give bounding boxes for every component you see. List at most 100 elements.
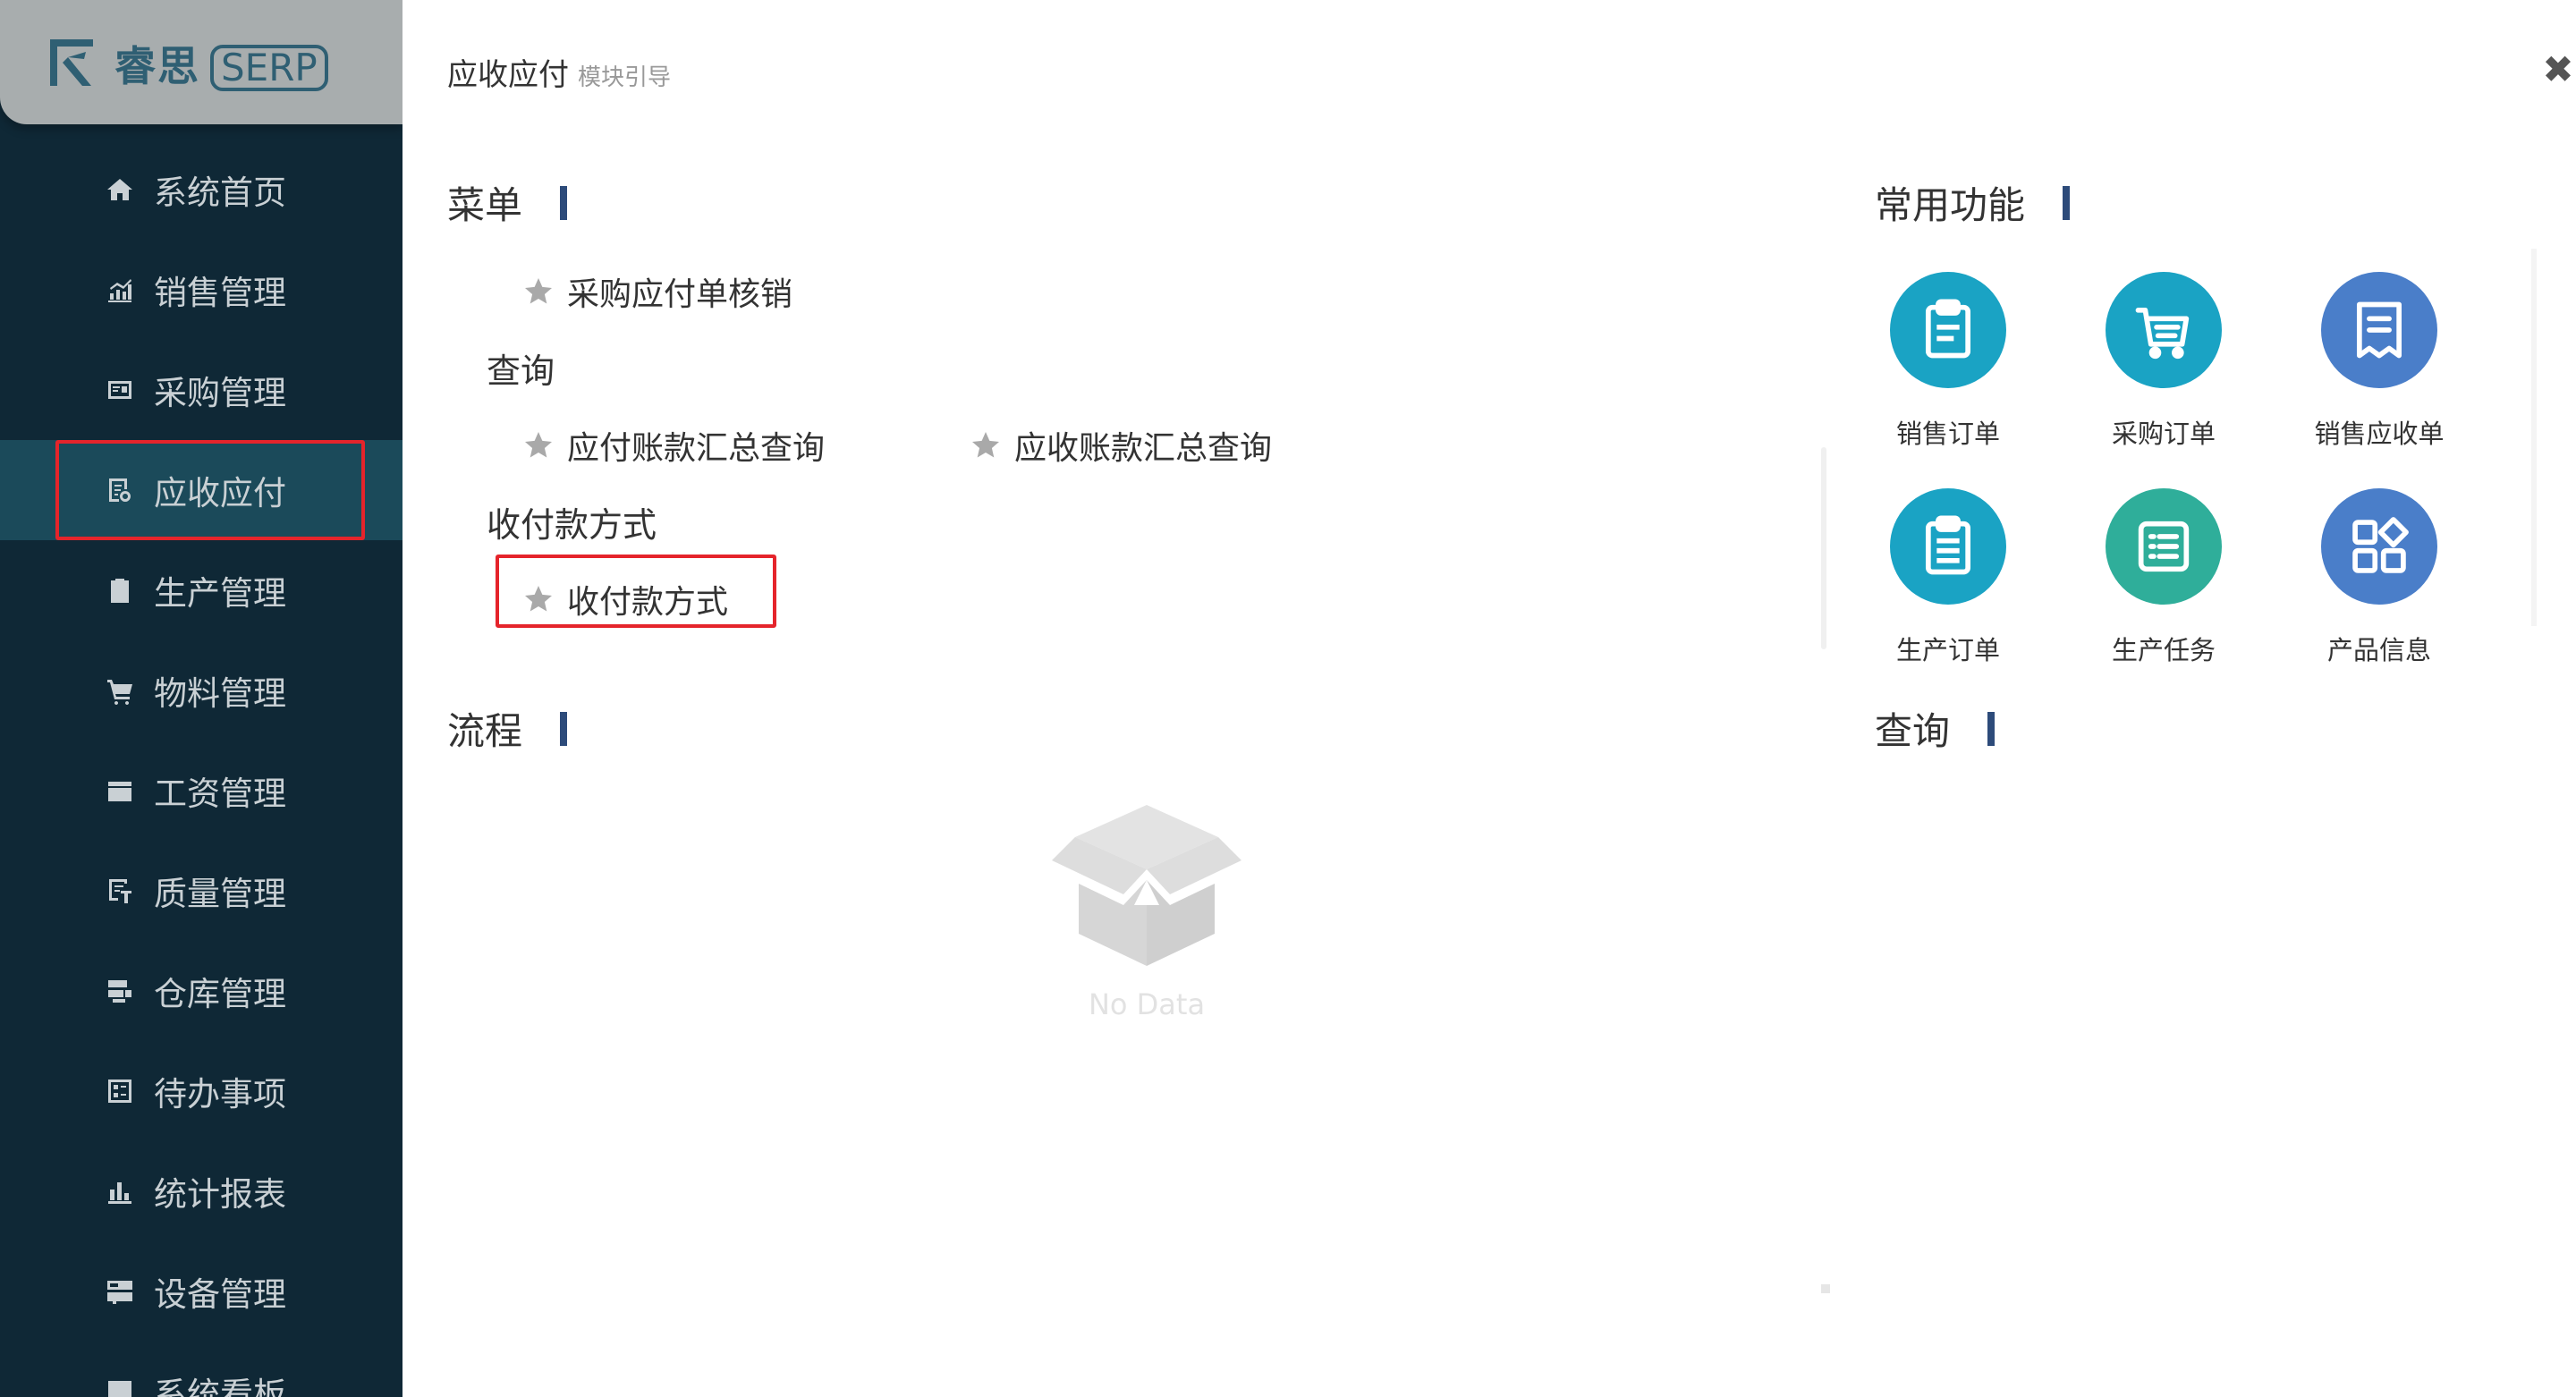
menu-item-payable-summary[interactable]: 应付账款汇总查询 — [522, 422, 825, 469]
shortcut-sales-receivable[interactable]: 销售应收单 — [2290, 272, 2469, 451]
shortcut-icon-circle — [2106, 488, 2222, 605]
page-title: 应收应付 模块引导 — [447, 50, 671, 94]
sidebar-nav: 系统首页 销售管理 采购管理 应收应付 生产管理 物料管理 工资管理 质量管理 — [0, 140, 402, 1397]
device-icon — [107, 1281, 132, 1304]
scrollbar-marker — [1821, 1284, 1830, 1293]
menu-item-payable-writeoff[interactable]: 采购应付单核销 — [522, 268, 792, 315]
scrollbar-track[interactable] — [2531, 249, 2537, 626]
sidebar-item-report[interactable]: 统计报表 — [0, 1141, 402, 1241]
sidebar-item-sales[interactable]: 销售管理 — [0, 240, 402, 340]
menu-item-label: 采购应付单核销 — [567, 276, 793, 313]
sidebar-item-label: 设备管理 — [154, 1275, 286, 1314]
chart-icon — [108, 279, 131, 302]
shortcut-production-order[interactable]: 生产订单 — [1859, 488, 2038, 667]
clipboard-icon — [1925, 299, 1971, 359]
menu-section-header: 菜单 — [447, 175, 568, 230]
menu-item-label: 应付账款汇总查询 — [567, 430, 826, 467]
shortcut-label: 销售应收单 — [2314, 419, 2445, 449]
home-icon — [107, 179, 132, 200]
quality-icon — [109, 879, 131, 903]
sidebar: 睿思 SERP 系统首页 销售管理 采购管理 应收应付 生产管理 物料管理 工资… — [0, 0, 402, 1397]
sidebar-item-purchase[interactable]: 采购管理 — [0, 340, 402, 440]
shortcut-production-task[interactable]: 生产任务 — [2074, 488, 2253, 667]
warehouse-icon — [108, 980, 131, 1003]
shortcut-icon-circle — [2321, 272, 2437, 388]
sidebar-item-quality[interactable]: 质量管理 — [0, 841, 402, 941]
sidebar-item-device[interactable]: 设备管理 — [0, 1241, 402, 1342]
sidebar-item-label: 系统看板 — [154, 1376, 286, 1397]
payment-method-highlight-box — [496, 555, 776, 628]
empty-state: No Data — [1039, 798, 1254, 1030]
query-section-title: 查询 — [1875, 709, 1951, 753]
close-icon: ✖ — [2542, 47, 2574, 91]
sidebar-item-production[interactable]: 生产管理 — [0, 540, 402, 640]
sidebar-item-warehouse[interactable]: 仓库管理 — [0, 941, 402, 1041]
shortcut-icon-circle — [1890, 488, 2006, 605]
sidebar-item-label: 统计报表 — [154, 1175, 286, 1214]
scrollbar-track[interactable] — [1821, 447, 1826, 649]
sidebar-item-todo[interactable]: 待办事项 — [0, 1041, 402, 1141]
sidebar-item-home[interactable]: 系统首页 — [0, 140, 402, 240]
logo-mark-icon — [50, 39, 93, 86]
sidebar-item-dashboard[interactable]: 系统看板 — [0, 1342, 402, 1397]
shortcut-sales-order[interactable]: 销售订单 — [1859, 272, 2038, 451]
shortcut-icon-circle — [2106, 272, 2222, 388]
empty-box-icon — [1052, 805, 1241, 966]
main-panel: 应收应付 模块引导 ✖ 菜单 采购应付单核销 查询 应付账款汇总查询 应收账款汇总… — [402, 0, 2576, 1397]
group-title-payment: 收付款方式 — [487, 505, 657, 545]
menu-item-label: 应收账款汇总查询 — [1014, 430, 1273, 467]
sidebar-item-label: 物料管理 — [154, 674, 286, 713]
cart-icon — [107, 680, 132, 705]
shortcut-label: 产品信息 — [2326, 635, 2431, 665]
sidebar-item-label: 工资管理 — [154, 775, 286, 813]
sidebar-item-label: 系统首页 — [154, 174, 286, 212]
cart-icon — [2135, 307, 2190, 360]
clipboard-check-icon — [111, 579, 129, 603]
sidebar-item-label: 质量管理 — [154, 875, 286, 913]
bar-chart-icon — [108, 1182, 131, 1204]
clipboard-icon — [1925, 515, 1971, 575]
close-button[interactable]: ✖ — [2542, 51, 2574, 89]
sidebar-item-label: 采购管理 — [154, 374, 286, 412]
sidebar-item-label: 仓库管理 — [154, 975, 286, 1013]
common-section-title: 常用功能 — [1875, 183, 2026, 227]
shortcut-label: 生产任务 — [2111, 635, 2216, 665]
logo-tag: SERP — [210, 45, 328, 91]
active-item-highlight-box — [55, 440, 365, 540]
shortcut-label: 生产订单 — [1895, 635, 2000, 665]
sidebar-item-label: 生产管理 — [154, 574, 286, 613]
todo-icon — [108, 1080, 131, 1103]
logo-name: 睿思 — [114, 42, 200, 90]
star-icon[interactable] — [522, 275, 555, 308]
empty-state-text: No Data — [1088, 987, 1206, 1021]
sidebar-item-label: 销售管理 — [154, 274, 286, 312]
page-subtitle: 模块引导 — [578, 64, 672, 91]
shortcut-purchase-order[interactable]: 采购订单 — [2074, 272, 2253, 451]
common-section-header: 常用功能 — [1875, 175, 2071, 230]
receipt-icon — [2356, 301, 2402, 359]
query-section-header: 查询 — [1875, 701, 1996, 756]
shortcut-icon-circle — [2321, 488, 2437, 605]
grid-icon — [2352, 517, 2409, 573]
sidebar-item-material[interactable]: 物料管理 — [0, 640, 402, 741]
logo[interactable]: 睿思 SERP — [0, 0, 402, 124]
menu-section-title: 菜单 — [447, 183, 523, 227]
flow-section-header: 流程 — [447, 701, 568, 756]
page-title-text: 应收应付 — [447, 57, 569, 93]
shortcut-product-info[interactable]: 产品信息 — [2290, 488, 2469, 667]
group-title-query: 查询 — [487, 351, 555, 391]
star-icon[interactable] — [522, 429, 555, 461]
dashboard-icon — [108, 1381, 131, 1397]
star-icon[interactable] — [970, 429, 1002, 461]
calendar-icon — [108, 782, 131, 801]
section-bar — [560, 711, 568, 746]
sidebar-item-label: 待办事项 — [154, 1075, 286, 1113]
shortcut-icon-circle — [1890, 272, 2006, 388]
shortcut-label: 销售订单 — [1895, 419, 2000, 449]
sidebar-item-salary[interactable]: 工资管理 — [0, 741, 402, 841]
invoice-icon — [108, 381, 131, 399]
list-icon — [2138, 521, 2190, 572]
menu-item-receivable-summary[interactable]: 应收账款汇总查询 — [970, 422, 1272, 469]
flow-section-title: 流程 — [447, 709, 523, 753]
shortcut-label: 采购订单 — [2111, 419, 2216, 449]
